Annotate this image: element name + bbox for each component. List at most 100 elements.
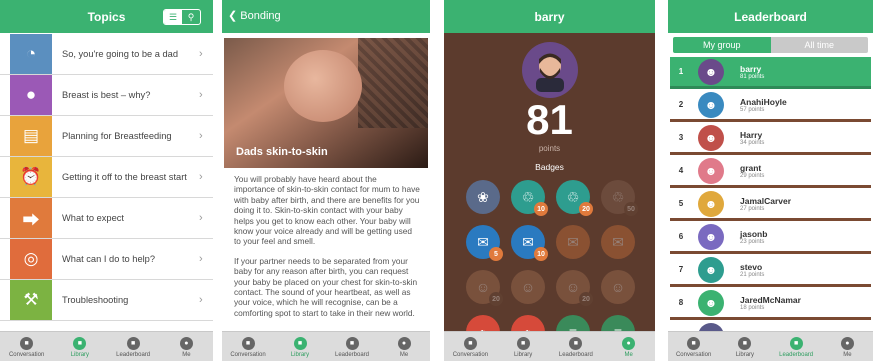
user-info: AnahiHoyle 57 points <box>740 97 787 113</box>
all-time-toggle[interactable]: All time <box>770 37 868 53</box>
ballot-icon: ✉ <box>477 233 489 250</box>
leaderboard-row[interactable]: 3 ☻ Harry 34 points <box>670 123 871 155</box>
chat-badge[interactable]: ✉ <box>556 225 590 259</box>
topic-item[interactable]: ⚒ Troubleshooting › <box>0 280 213 321</box>
user-points: 34 points <box>740 139 765 146</box>
tab-me[interactable]: ● Me <box>822 332 873 361</box>
topic-item[interactable]: ◔ So, you're going to be a dad › <box>0 34 213 75</box>
person-icon: ☺ <box>520 279 536 295</box>
tab-library[interactable]: ■ Library <box>274 332 326 361</box>
leaderboard-row[interactable]: 1 ☻ barry 81 points <box>670 57 871 89</box>
leaderboard-row[interactable]: 5 ☻ JamalCarver 27 points <box>670 189 871 221</box>
topic-item[interactable]: ▤ Planning for Breastfeeding › <box>0 116 213 157</box>
tab-leaderboard[interactable]: ■ Leaderboard <box>771 332 822 361</box>
tab-me[interactable]: ● Me <box>378 332 430 361</box>
library-icon: ■ <box>73 337 87 350</box>
topic-item[interactable]: ● Breast is best – why? › <box>0 75 213 116</box>
tab-me[interactable]: ● Me <box>160 332 213 361</box>
conversation-icon: ■ <box>687 337 701 350</box>
badge-count: 50 <box>624 202 638 216</box>
rank-number: 3 <box>678 133 684 142</box>
tab-bar: ■ Conversation ■ Library ■ Leaderboard ● Me <box>444 331 655 361</box>
avatar <box>522 42 578 98</box>
bottle-badge[interactable]: ♲ 20 <box>556 180 593 216</box>
topic-item[interactable]: ◎ What can I do to help? › <box>0 239 213 280</box>
topic-item[interactable]: ⮕ What to expect › <box>0 198 213 239</box>
back-button[interactable]: ❮ Bonding <box>228 9 281 22</box>
user-info: Harry 34 points <box>740 130 764 146</box>
me-icon: ● <box>397 337 411 350</box>
tab-leaderboard[interactable]: ■ Leaderboard <box>550 332 603 361</box>
rank-number: 1 <box>678 67 684 76</box>
alarm-clock-icon: ⏰ <box>10 157 52 197</box>
article-paragraph: You will probably have heard about the i… <box>234 174 420 247</box>
topic-label: Getting it off to the breast start <box>62 172 187 182</box>
leaderboard-row[interactable]: 2 ☻ AnahiHoyle 57 points <box>670 90 871 122</box>
person-badge[interactable]: ☺ 20 <box>466 270 503 306</box>
search-icon[interactable]: ⚲ <box>182 10 200 24</box>
person-icon: ☺ <box>610 279 626 295</box>
person-badge[interactable]: ☺ <box>601 270 635 304</box>
chevron-right-icon: › <box>199 171 203 183</box>
ballot-badge[interactable]: ✉ 5 <box>466 225 503 261</box>
leaderboard-icon: ■ <box>345 337 359 350</box>
leaderboard-row[interactable]: 7 ☻ stevo 21 points <box>670 255 871 287</box>
person-badge[interactable]: ☺ 20 <box>556 270 593 306</box>
user-avatar-icon: ☻ <box>698 190 724 217</box>
tab-library[interactable]: ■ Library <box>497 332 550 361</box>
topic-label: So, you're going to be a dad <box>62 49 179 59</box>
tab-library[interactable]: ■ Library <box>719 332 770 361</box>
user-name: JaredMcNamar <box>740 294 801 305</box>
chat-icon: ✉ <box>567 233 579 250</box>
rank-number: 6 <box>678 232 684 241</box>
chat-badge[interactable]: ✉ <box>601 225 635 259</box>
chevron-left-icon: ❮ <box>228 10 241 22</box>
user-points: 81 points <box>740 73 765 80</box>
ballot-badge[interactable]: ✉ 10 <box>511 225 548 261</box>
library-icon: ■ <box>516 337 530 350</box>
page-title: barry <box>534 10 565 24</box>
person-badge[interactable]: ☺ <box>511 270 545 304</box>
my-group-toggle[interactable]: My group <box>673 37 771 53</box>
cherries-badge[interactable]: ❀ <box>466 180 500 214</box>
tab-conversation[interactable]: ■ Conversation <box>222 332 274 361</box>
tab-conversation[interactable]: ■ Conversation <box>444 332 497 361</box>
user-points: 21 points <box>740 271 765 278</box>
leaderboard-row[interactable]: 6 ☻ jasonb 23 points <box>670 222 871 254</box>
tab-leaderboard[interactable]: ■ Leaderboard <box>107 332 160 361</box>
cherries-icon: ❀ <box>477 188 489 205</box>
library-icon: ■ <box>738 337 752 350</box>
leaderboard-row[interactable]: 8 ☻ JaredMcNamar 18 points <box>670 288 871 320</box>
conversation-icon: ■ <box>463 337 477 350</box>
ballot-icon: ✉ <box>522 233 534 250</box>
tab-bar: ■ Conversation ■ Library ■ Leaderboard ● Me <box>222 331 430 361</box>
user-avatar-icon: ☻ <box>698 124 724 151</box>
user-avatar-icon: ☻ <box>698 91 724 118</box>
bottle-badge[interactable]: ♲ 10 <box>511 180 548 216</box>
bottle-badge[interactable]: ♲ 50 <box>601 180 638 216</box>
badge-count: 20 <box>579 202 593 216</box>
bottle-icon: ♲ <box>611 188 625 205</box>
chevron-right-icon: › <box>199 253 203 265</box>
user-points: 23 points <box>740 238 765 245</box>
baby-photo <box>284 50 362 122</box>
person-icon: ☺ <box>475 279 491 295</box>
leaderboard-row[interactable]: 4 ☻ grant 29 points <box>670 156 871 188</box>
chevron-right-icon: › <box>199 130 203 142</box>
tab-leaderboard[interactable]: ■ Leaderboard <box>326 332 378 361</box>
user-avatar-icon: ☻ <box>698 157 724 184</box>
tab-library[interactable]: ■ Library <box>53 332 106 361</box>
points-value: 81 <box>526 96 573 143</box>
hero-image: Dads skin-to-skin <box>224 38 428 168</box>
leaderboard-filter: My group All time <box>673 37 868 53</box>
tab-me[interactable]: ● Me <box>602 332 655 361</box>
tab-conversation[interactable]: ■ Conversation <box>668 332 719 361</box>
topic-item[interactable]: ⏰ Getting it off to the breast start › <box>0 157 213 198</box>
rank-number: 7 <box>678 265 684 274</box>
leaderboard-icon: ■ <box>789 337 803 350</box>
tab-conversation[interactable]: ■ Conversation <box>0 332 53 361</box>
list-view-icon[interactable]: ☰ <box>164 10 182 24</box>
user-name: grant <box>740 162 762 173</box>
breast-icon: ● <box>10 75 52 115</box>
conversation-icon: ■ <box>241 337 255 350</box>
